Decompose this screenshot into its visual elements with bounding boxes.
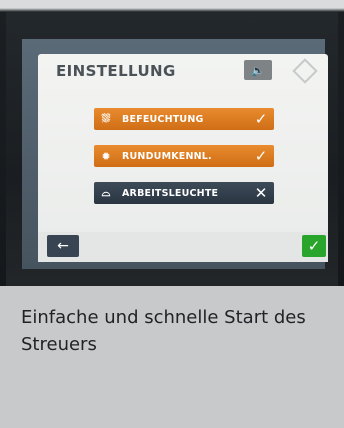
work-light-icon: ⌓ (101, 186, 111, 199)
settings-panel: EINSTELLUNG 🔈 ⛆ BEFEUCHTUNG ✓ ✹ RUNDUMKE… (38, 54, 328, 262)
rundumkennl-button[interactable]: ✹ RUNDUMKENNL. ✓ (94, 145, 274, 167)
cross-icon: ✕ (254, 184, 268, 202)
humidifier-icon: ⛆ (101, 112, 111, 125)
button-label: BEFEUCHTUNG (122, 113, 204, 125)
arbeitsleuchte-button[interactable]: ⌓ ARBEITSLEUCHTE ✕ (94, 182, 274, 204)
navigation-diamond-icon[interactable] (292, 58, 318, 84)
device-photo: EINSTELLUNG 🔈 ⛆ BEFEUCHTUNG ✓ ✹ RUNDUMKE… (0, 0, 344, 286)
screen-title: EINSTELLUNG (56, 62, 176, 80)
button-label: ARBEITSLEUCHTE (122, 187, 219, 199)
button-label: RUNDUMKENNL. (122, 150, 212, 162)
screen-bottom-bar: ← ✓ (38, 232, 328, 262)
caption-text: Einfache und schnelle Start des Streuers (21, 307, 306, 355)
speaker-icon[interactable]: 🔈 (244, 60, 272, 80)
befeuchtung-button[interactable]: ⛆ BEFEUCHTUNG ✓ (94, 108, 274, 130)
check-icon: ✓ (254, 110, 268, 128)
confirm-check-icon[interactable]: ✓ (302, 235, 326, 257)
back-arrow-icon[interactable]: ← (47, 235, 79, 257)
beacon-light-icon: ✹ (101, 149, 111, 163)
check-icon: ✓ (254, 147, 268, 165)
